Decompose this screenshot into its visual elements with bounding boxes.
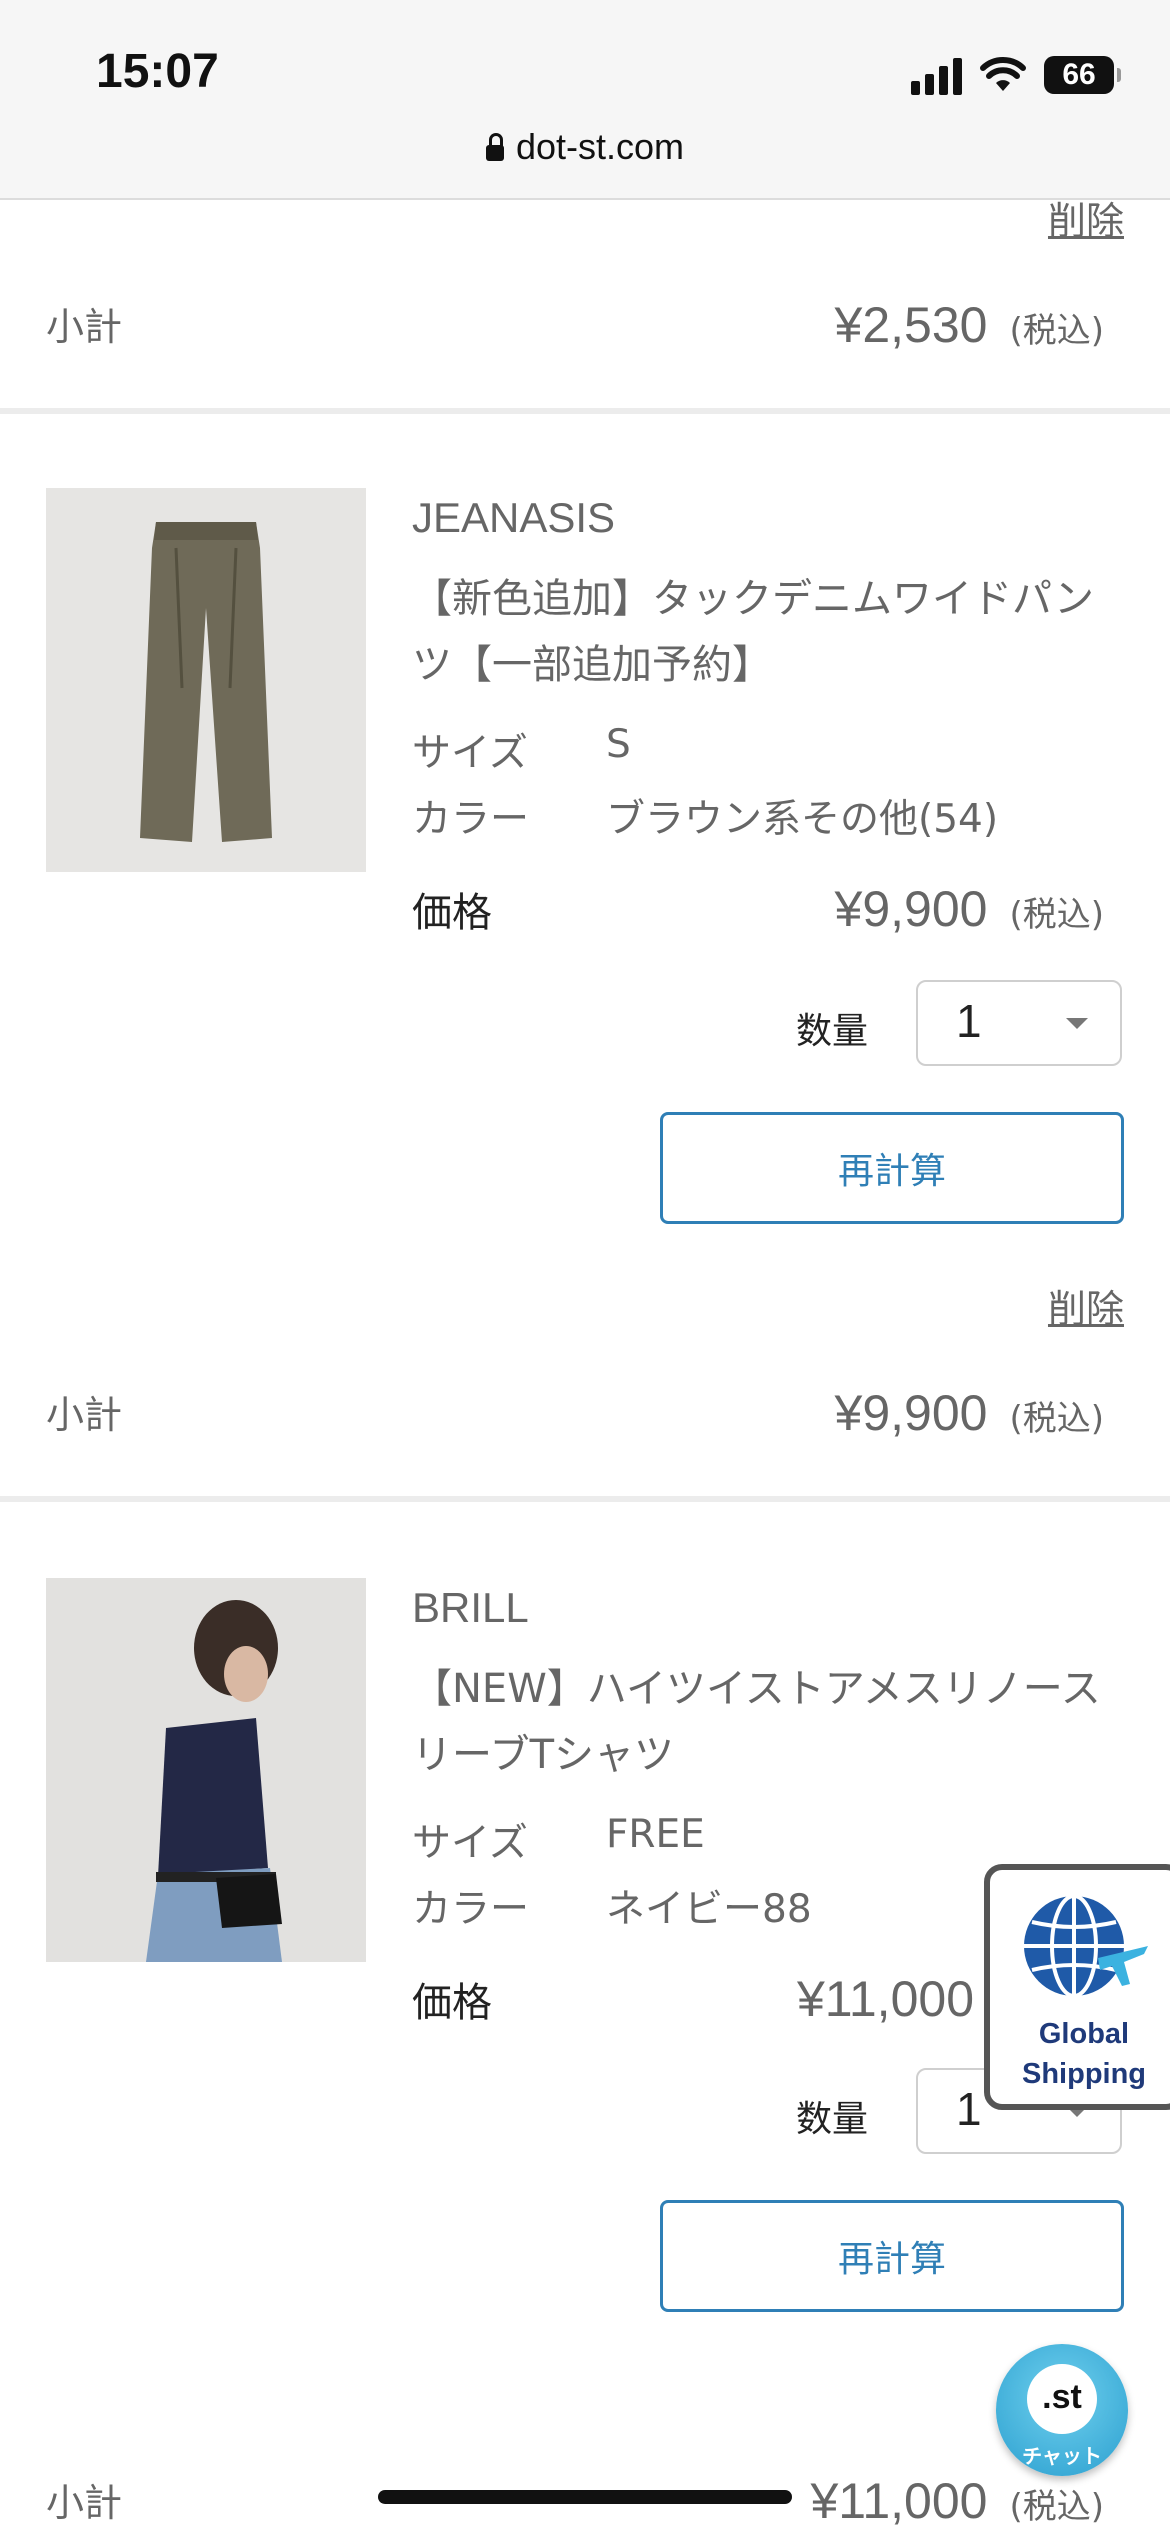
global-shipping-label: Global Shipping [1021, 2018, 1147, 2090]
color-label: カラー [412, 1887, 530, 1932]
product-brand: JEANASIS [412, 494, 616, 541]
product-title[interactable]: 【NEW】ハイツイストアメスリノースリーブTシャツ [412, 1656, 1132, 1788]
price: ¥11,000 [797, 1970, 974, 2028]
quantity-label: 数量 [796, 2099, 869, 2140]
subtotal: ¥11,000 (税込) [810, 2472, 1104, 2530]
subtotal-label: 小計 [46, 1393, 123, 1437]
quantity-value: 1 [956, 995, 982, 1047]
recalculate-button[interactable]: 再計算 [660, 2200, 1124, 2312]
delete-link[interactable]: 削除 [1048, 1278, 1124, 1333]
signal-icon [911, 55, 962, 95]
quantity-label: 数量 [796, 1011, 869, 1052]
color-value: ブラウン系その他(54) [606, 797, 999, 842]
chat-label: チャット [1022, 2444, 1102, 2468]
url-text: dot-st.com [515, 126, 685, 167]
subtotal-label-prev: 小計 [46, 305, 123, 349]
price-label: 価格 [412, 1980, 492, 2026]
wifi-icon [980, 57, 1026, 91]
tax-label: (税込) [1009, 2487, 1104, 2527]
tax-label: (税込) [1009, 1399, 1104, 1439]
price-label: 価格 [412, 890, 492, 936]
color-value: ネイビー88 [606, 1887, 812, 1932]
quantity-value: 1 [956, 2083, 982, 2135]
subtotal-value: ¥2,530 [834, 297, 988, 353]
quantity-select[interactable]: 1 [916, 980, 1122, 1066]
global-shipping-button[interactable]: Global Shipping [984, 1864, 1170, 2110]
subtotal-value: ¥9,900 [834, 1385, 988, 1441]
globe-plane-icon [1024, 1894, 1148, 1998]
product-title[interactable]: 【新色追加】タックデニムワイドパンツ【一部追加予約】 [412, 566, 1132, 698]
subtotal-prev: ¥2,530 (税込) [835, 296, 1104, 354]
size-value: S [606, 722, 631, 767]
size-label: サイズ [412, 731, 528, 776]
subtotal-value: ¥11,000 [810, 2473, 988, 2529]
recalculate-button[interactable]: 再計算 [660, 1112, 1124, 1224]
size-label: サイズ [412, 1821, 528, 1866]
headset-icon: .st [1027, 2364, 1097, 2434]
product-image-denim-pants[interactable] [46, 488, 366, 872]
subtotal-label: 小計 [46, 2481, 123, 2525]
product-brand: BRILL [412, 1584, 529, 1631]
browser-header: 15:07 66 dot-st.com [0, 0, 1170, 200]
tax-label: (税込) [1009, 895, 1104, 935]
subtotal: ¥9,900 (税込) [835, 1384, 1104, 1442]
status-icons: 66 [911, 50, 1121, 100]
status-time: 15:07 [96, 45, 219, 98]
price: ¥9,900 (税込) [835, 880, 1104, 938]
delete-link-prev[interactable]: 削除 [1048, 190, 1124, 245]
price-value: ¥9,900 [834, 881, 988, 937]
home-indicator [378, 2490, 792, 2504]
battery-icon: 66 [1044, 56, 1121, 94]
color-label: カラー [412, 797, 530, 842]
divider [0, 408, 1170, 414]
tax-label: (税込) [1009, 311, 1104, 351]
url-bar[interactable]: dot-st.com [0, 126, 1170, 168]
price-value: ¥11,000 [796, 1971, 974, 2027]
chat-button[interactable]: .st チャット [996, 2344, 1128, 2476]
product-image-sleeveless-tee[interactable] [46, 1578, 366, 1962]
divider [0, 1496, 1170, 1502]
chevron-down-icon [1066, 1018, 1088, 1029]
lock-icon [485, 133, 504, 161]
size-value: FREE [606, 1812, 705, 1857]
